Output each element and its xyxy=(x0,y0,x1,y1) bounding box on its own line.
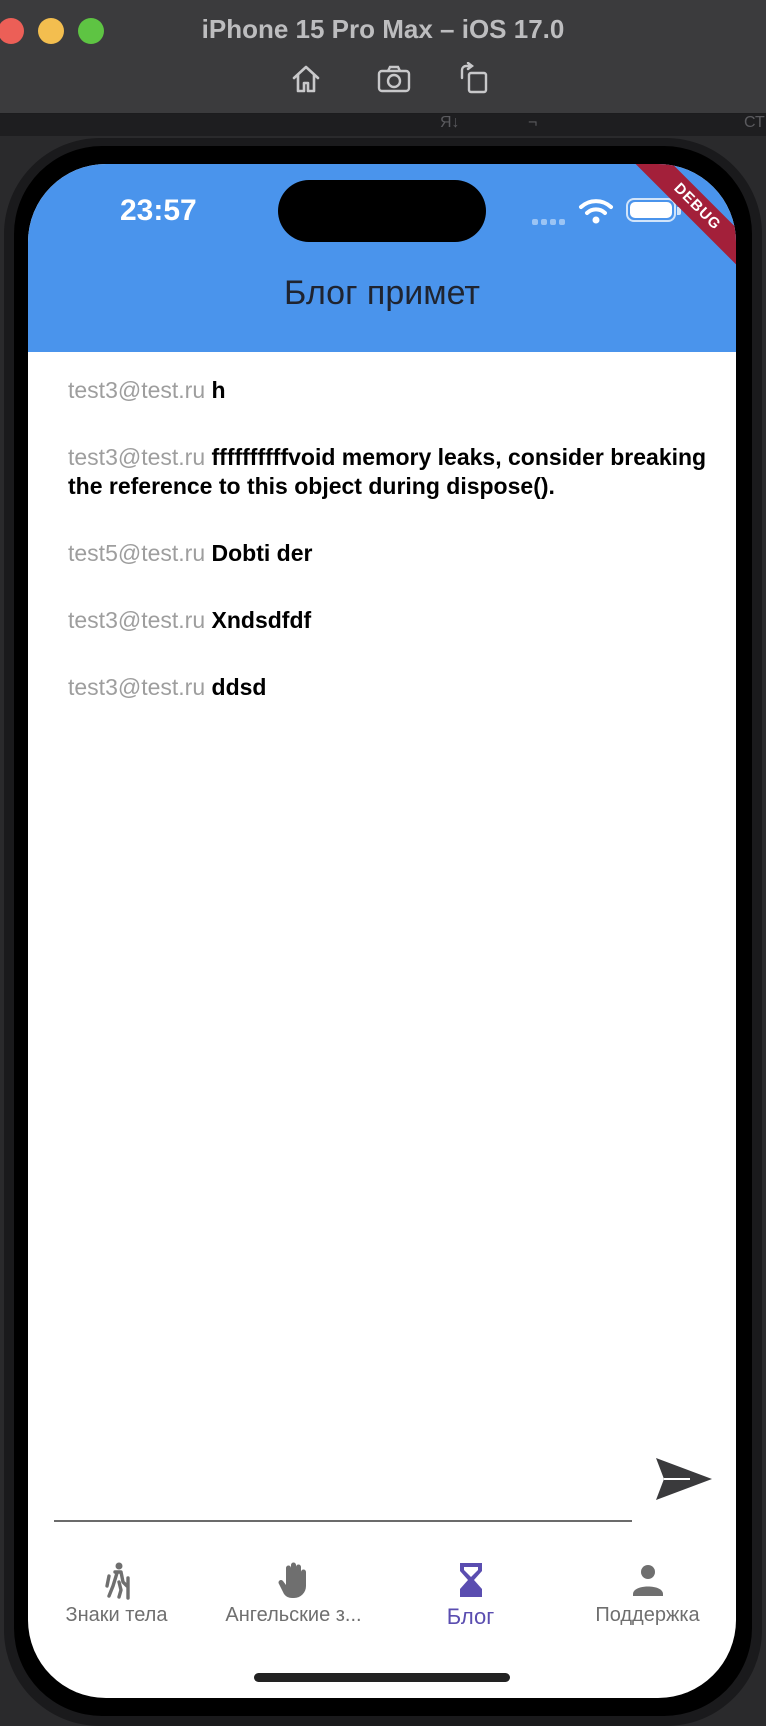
ide-strip-item: СТ xyxy=(744,114,765,131)
nav-item-label: Поддержка xyxy=(595,1604,700,1626)
list-item: test5@test.ru Dobti der xyxy=(68,539,708,568)
list-item: test3@test.ru ddsd xyxy=(68,673,708,702)
nav-item-angel-signs[interactable]: Ангельские з... xyxy=(205,1560,382,1627)
post-author: test3@test.ru xyxy=(68,377,206,403)
ide-strip-item: ¬ xyxy=(528,114,538,131)
hourglass-icon xyxy=(459,1563,482,1597)
nav-item-label: Ангельские з... xyxy=(225,1604,362,1626)
message-input[interactable] xyxy=(54,1464,632,1514)
hiking-icon xyxy=(104,1562,130,1600)
list-item: test3@test.ru h xyxy=(68,376,708,405)
cellular-signal-icon xyxy=(532,212,572,225)
nav-item-label: Блог xyxy=(446,1604,495,1629)
person-icon xyxy=(632,1565,663,1596)
rotate-icon xyxy=(460,61,488,94)
post-feed: test3@test.ru h test3@test.ru ffffffffff… xyxy=(68,376,708,740)
send-icon[interactable] xyxy=(654,1454,714,1504)
post-text: ddsd xyxy=(211,674,267,700)
simulator-titlebar: iPhone 15 Pro Max – iOS 17.0 xyxy=(0,0,766,114)
post-author: test3@test.ru xyxy=(68,674,206,700)
ide-toolbar-strip: Я↓ ¬ СТ xyxy=(0,114,766,136)
input-underline xyxy=(54,1520,632,1522)
window-title: iPhone 15 Pro Max – iOS 17.0 xyxy=(201,14,565,44)
rotate-button[interactable] xyxy=(456,61,492,96)
home-icon xyxy=(292,65,320,93)
nav-item-body-signs[interactable]: Знаки тела xyxy=(28,1560,205,1627)
post-author: test5@test.ru xyxy=(68,540,206,566)
wifi-icon xyxy=(579,199,613,224)
list-item: test3@test.ru ffffffffffvoid memory leak… xyxy=(68,443,708,501)
home-button[interactable] xyxy=(288,62,324,96)
screenshot-icon xyxy=(377,65,411,93)
post-author: test3@test.ru xyxy=(68,607,206,633)
nav-item-label: Знаки тела xyxy=(65,1604,168,1626)
nav-item-support[interactable]: Поддержка xyxy=(559,1560,736,1627)
post-text: Xndsdfdf xyxy=(211,607,312,633)
list-item: test3@test.ru Xndsdfdf xyxy=(68,606,708,635)
page-title: Блог примет xyxy=(284,274,480,312)
nav-item-blog[interactable]: Блог xyxy=(382,1560,559,1630)
home-indicator[interactable] xyxy=(254,1673,510,1682)
post-text: h xyxy=(211,377,226,403)
battery-icon xyxy=(626,198,681,222)
screenshot-button[interactable] xyxy=(376,62,412,96)
hand-icon xyxy=(278,1562,306,1598)
app-bar: 23:57 DEBUG Блог примет xyxy=(28,164,736,352)
post-text: Dobti der xyxy=(211,540,313,566)
phone-screen: 23:57 DEBUG Блог примет test3@test.ru h … xyxy=(28,164,736,1698)
ide-strip-item: Я↓ xyxy=(440,114,460,131)
dynamic-island xyxy=(278,180,486,242)
message-composer xyxy=(54,1454,712,1528)
post-author: test3@test.ru xyxy=(68,444,206,470)
status-time: 23:57 xyxy=(120,194,197,227)
bottom-navigation: Знаки тела Ангельские з... Блог Поддержк… xyxy=(28,1548,736,1658)
